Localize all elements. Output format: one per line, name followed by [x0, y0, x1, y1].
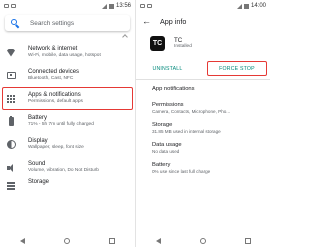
wifi-icon: [4, 46, 18, 60]
info-item-subtitle: No data used: [152, 148, 180, 154]
settings-item-subtitle: 71% - 5h 7m until fully charged: [28, 122, 94, 128]
app-info-screen: 14:00 ← App info TC TC Installed UNINSTA…: [135, 0, 270, 247]
uninstall-button[interactable]: UNINSTALL: [140, 62, 195, 75]
nav-recents-icon[interactable]: [244, 237, 251, 244]
nav-back-icon[interactable]: [155, 237, 161, 244]
status-bar: 14:00: [136, 0, 270, 12]
app-info-list: App notifications Permissions Camera, Co…: [136, 80, 270, 178]
settings-item-subtitle: Wi-Fi, mobile, data usage, hotspot: [28, 53, 101, 59]
nav-back-icon[interactable]: [19, 237, 25, 244]
settings-item-network[interactable]: Network & internet Wi-Fi, mobile, data u…: [0, 41, 135, 64]
settings-item-subtitle: Volume, vibration, Do Not Disturb: [28, 168, 99, 174]
settings-item-title: Storage: [28, 179, 50, 185]
settings-item-subtitle: Bluetooth, Cast, NFC: [28, 76, 74, 82]
settings-item-subtitle: Wallpaper, sleep, font size: [28, 145, 84, 151]
app-status: Installed: [174, 44, 192, 49]
info-item-title: Battery: [152, 161, 171, 168]
search-placeholder: Search settings: [30, 19, 75, 27]
settings-item-subtitle: Permissions, default apps: [28, 99, 83, 105]
battery-status-icon: [108, 3, 114, 9]
info-item-subtitle: Camera, Contacts, Microphone, Pho...: [152, 108, 231, 114]
settings-item-connected-devices[interactable]: Connected devices Bluetooth, Cast, NFC: [0, 64, 135, 87]
info-item-notifications[interactable]: App notifications: [152, 80, 270, 98]
battery-icon: [4, 115, 18, 129]
settings-item-apps-notifications[interactable]: Apps & notifications Permissions, defaul…: [2, 87, 133, 110]
info-item-storage[interactable]: Storage 31.85 MB used in internal storag…: [152, 118, 270, 138]
force-stop-button[interactable]: FORCE STOP: [207, 61, 267, 76]
collapse-row[interactable]: [0, 31, 135, 41]
nav-recents-icon[interactable]: [109, 237, 116, 244]
info-item-permissions[interactable]: Permissions Camera, Contacts, Microphone…: [152, 98, 270, 118]
notification-icon: [140, 4, 145, 8]
nav-bar: [136, 234, 270, 247]
settings-item-storage[interactable]: Storage: [0, 179, 135, 193]
app-icon: TC: [150, 35, 165, 51]
settings-item-sound[interactable]: Sound Volume, vibration, Do Not Disturb: [0, 156, 135, 179]
info-item-subtitle: 0% use since last full charge: [152, 168, 211, 174]
info-item-title: App notifications: [152, 85, 195, 92]
notification-icon: [4, 4, 9, 8]
app-header: TC TC Installed: [136, 32, 270, 54]
back-arrow-icon[interactable]: ←: [142, 16, 152, 26]
status-time: 14:00: [250, 3, 266, 9]
info-item-title: Storage: [152, 121, 173, 128]
nav-home-icon[interactable]: [63, 237, 70, 244]
nav-bar: [0, 234, 135, 247]
settings-item-display[interactable]: Display Wallpaper, sleep, font size: [0, 133, 135, 156]
settings-screen: 13:56 Search settings Network & internet…: [0, 0, 135, 247]
status-bar: 13:56: [0, 0, 135, 12]
notification-icon: [147, 4, 152, 8]
info-item-data-usage[interactable]: Data usage No data used: [152, 138, 270, 158]
info-item-title: Permissions: [152, 101, 184, 108]
storage-icon: [4, 179, 18, 193]
signal-icon: [236, 3, 242, 9]
connected-devices-icon: [4, 69, 18, 83]
info-item-battery[interactable]: Battery 0% use since last full charge: [152, 158, 270, 178]
apps-grid-icon: [4, 92, 18, 106]
search-bar[interactable]: Search settings: [5, 15, 130, 31]
signal-icon: [101, 3, 107, 9]
action-buttons: UNINSTALL FORCE STOP: [136, 61, 270, 76]
chevron-up-icon: [122, 34, 128, 40]
app-bar: ← App info: [136, 12, 270, 30]
info-item-title: Data usage: [152, 141, 182, 148]
page-title: App info: [160, 16, 187, 26]
notification-icon: [11, 4, 16, 8]
screenshot-root: 13:56 Search settings Network & internet…: [0, 0, 270, 247]
battery-status-icon: [243, 3, 249, 9]
nav-home-icon[interactable]: [199, 237, 206, 244]
sound-icon: [4, 161, 18, 175]
search-icon: [11, 18, 20, 28]
settings-list: Network & internet Wi-Fi, mobile, data u…: [0, 41, 135, 193]
settings-item-battery[interactable]: Battery 71% - 5h 7m until fully charged: [0, 110, 135, 133]
info-item-subtitle: 31.85 MB used in internal storage: [152, 128, 221, 134]
app-name: TC: [174, 37, 183, 44]
display-icon: [4, 138, 18, 152]
status-time: 13:56: [115, 3, 131, 9]
